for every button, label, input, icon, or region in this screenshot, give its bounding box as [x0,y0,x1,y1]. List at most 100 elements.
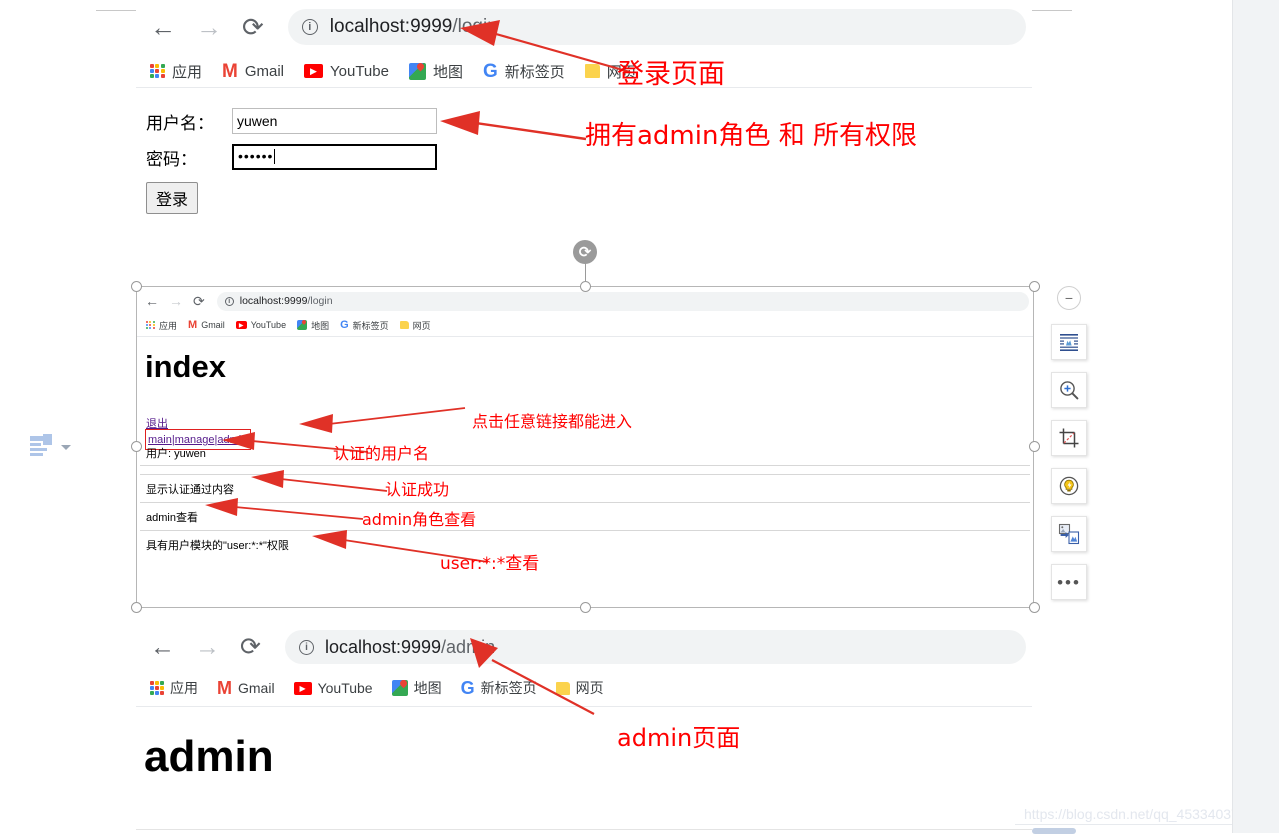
bookmark-maps[interactable]: 地图 [391,678,442,698]
address-bar: i localhost:9999/login [216,291,1029,311]
back-icon: ← [145,293,159,309]
reload-icon: ⟳ [193,293,205,309]
site-info-icon: i [224,296,234,306]
watermark: https://blog.csdn.net/qq_45334037 [1024,806,1239,822]
bookmark-label: Gmail [244,62,285,80]
collapse-toolbar-button[interactable]: − [1057,286,1081,310]
bookmark-gmail[interactable]: M Gmail [217,679,275,697]
resize-handle-bottom-center[interactable] [580,602,591,613]
annotation-admin-page: admin页面 [617,724,741,752]
apps-grid-icon [146,320,155,330]
annotation-any-link: 点击任意链接都能进入 [472,412,633,431]
content-line-auth: 显示认证通过内容 [146,484,234,496]
google-g-icon: G [340,318,349,331]
resize-handle-bottom-right[interactable] [1029,602,1040,613]
annotation-arrow-5 [251,470,388,492]
youtube-icon: ▶ [293,681,312,695]
page-title: index [145,349,226,384]
bookmark-label: 地图 [311,320,330,331]
more-options-button[interactable]: ••• [1051,564,1087,600]
google-maps-icon [391,680,408,696]
username-label: 用户名： [146,113,214,133]
bookmark-label: Gmail [238,680,275,696]
bookmark-label: YouTube [317,680,373,696]
gmail-icon: M [188,318,198,331]
resize-handle-top-left[interactable] [131,281,142,292]
annotation-auth-success: 认证成功 [385,480,450,499]
resize-handle-top-center[interactable] [580,281,591,292]
youtube-icon: ▶ [304,64,324,78]
crop-button[interactable] [1051,420,1087,456]
google-maps-icon [297,320,308,330]
bookmark-label: 应用 [170,680,198,696]
content-divider [136,829,1032,830]
replace-image-button[interactable] [1051,516,1087,552]
annotation-arrow-3 [299,407,466,433]
bookmark-youtube[interactable]: ▶ YouTube [304,63,389,80]
password-input[interactable]: •••••• [232,144,437,170]
address-bar[interactable]: i localhost:9999/admin [284,630,1026,664]
bookmark-label: Gmail [201,320,225,330]
page-title: admin [144,732,274,781]
bookmark-new-tab: G 新标签页 [340,319,389,332]
bookmark-maps[interactable]: 地图 [408,61,463,82]
image-swap-icon [1058,523,1080,545]
resize-handle-middle-left[interactable] [131,441,142,452]
bookmark-label: 网页 [412,320,431,331]
content-divider [140,530,1030,531]
ellipsis-icon: ••• [1057,572,1081,592]
gmail-icon: M [217,678,232,698]
chrome-bottom-divider [136,87,1032,88]
smart-lookup-button[interactable] [1051,468,1087,504]
text-wrap-icon [1060,334,1078,351]
bookmark-apps: 应用 [146,319,177,332]
password-masked-value: •••••• [238,148,274,164]
annotation-auth-username: 认证的用户名 [333,444,430,463]
site-info-icon[interactable]: i [298,639,314,655]
reload-icon[interactable]: ⟳ [242,14,264,40]
resize-handle-middle-right[interactable] [1029,441,1040,452]
bookmark-apps[interactable]: 应用 [150,61,202,82]
forward-icon[interactable]: → [195,634,220,660]
bookmark-apps[interactable]: 应用 [150,678,198,698]
bookmark-gmail[interactable]: M Gmail [222,62,284,81]
username-input[interactable] [232,108,437,134]
annotation-admin-role: 拥有admin角色 和 所有权限 [585,121,917,151]
apps-grid-icon [150,681,164,695]
resize-handle-bottom-left[interactable] [131,602,142,613]
resize-handle-top-right[interactable] [1029,281,1040,292]
back-icon[interactable]: ← [150,634,175,660]
apps-grid-icon [150,63,165,79]
authenticated-user-line: 用户: yuwen [146,448,206,460]
bookmarks-bar-mid: 应用 M Gmail ▶ YouTube 地图 G 新标签页 网页 [137,315,1033,335]
horizontal-scrollbar-thumb[interactable] [1032,828,1076,834]
bookmark-label: 地图 [432,63,463,81]
back-icon[interactable]: ← [150,14,176,40]
login-submit-button[interactable]: 登录 [146,182,199,214]
annotation-arrow-6 [205,498,364,520]
layout-options-button[interactable] [1051,324,1087,360]
address-bar[interactable]: i localhost:9999/login [287,9,1026,45]
password-label: 密码： [146,149,197,169]
content-line-permission: 具有用户模块的"user:*:*"权限 [146,540,289,552]
annotation-admin-role-view: admin角色查看 [362,510,477,529]
bookmark-label: 地图 [413,680,442,696]
rotate-handle[interactable]: ⟳ [573,240,597,264]
picture-floating-toolbar[interactable]: − ••• [1051,286,1087,612]
chevron-down-icon[interactable] [61,444,71,450]
content-line-role: admin查看 [146,512,198,524]
bookmark-label: YouTube [250,320,287,330]
site-info-icon[interactable]: i [301,19,318,35]
reload-icon[interactable]: ⟳ [240,634,261,660]
bookmark-maps: 地图 [297,319,329,332]
text-caret [274,149,276,164]
document-page[interactable]: ← → ⟳ i localhost:9999/login 应用 M Gmail [0,0,1239,834]
annotation-arrow-2 [440,111,587,141]
annotation-login-page: 登录页面 [617,59,725,90]
layout-options-control[interactable] [30,434,71,460]
bookmark-youtube[interactable]: ▶ YouTube [293,680,373,696]
zoom-in-button[interactable] [1051,372,1087,408]
chrome-bottom-divider [137,336,1033,337]
forward-icon[interactable]: → [196,14,222,40]
bottom-divider [1015,824,1232,825]
